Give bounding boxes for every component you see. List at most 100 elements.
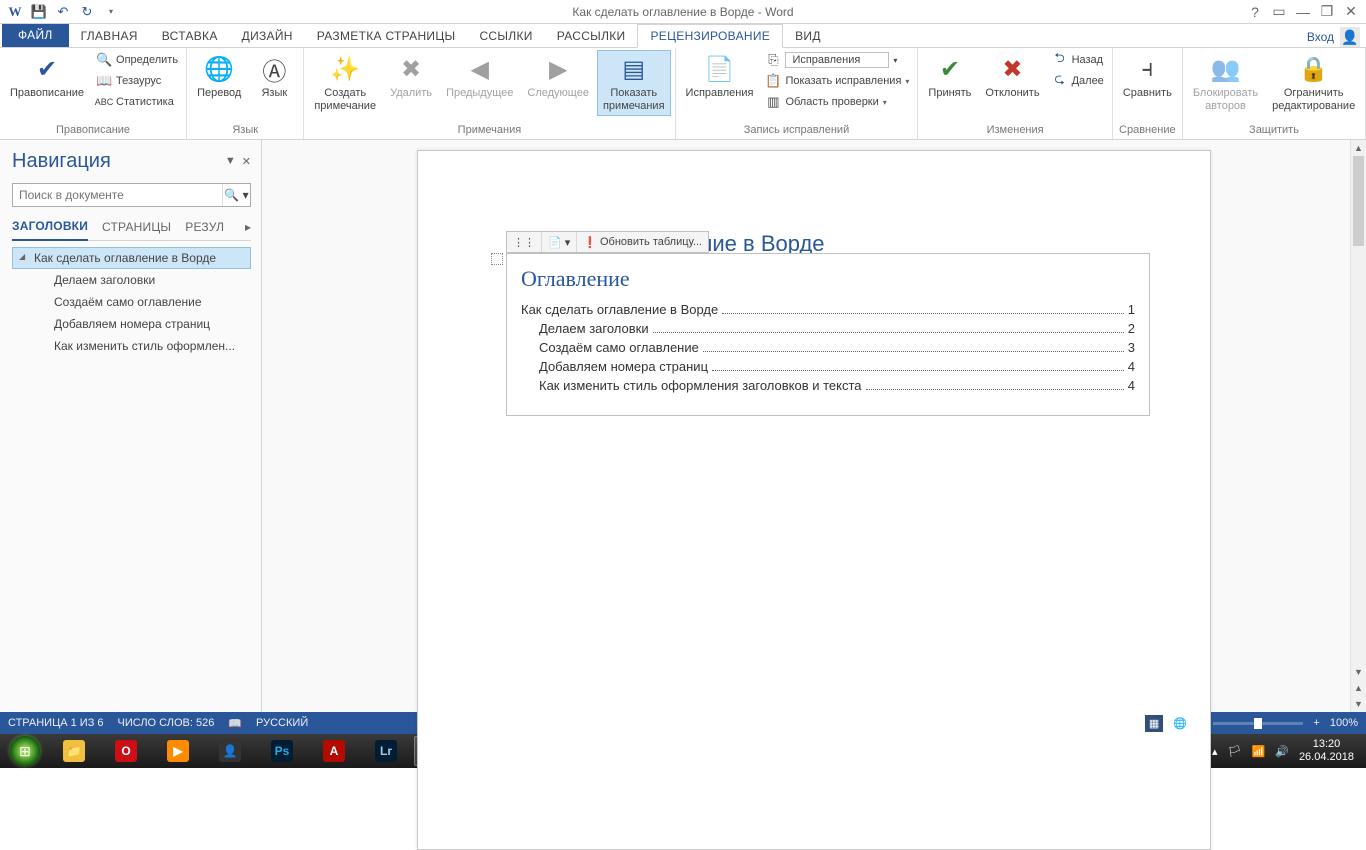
nav-tab-pages[interactable]: СТРАНИЦЫ <box>102 220 171 240</box>
page-number-status[interactable]: СТРАНИЦА 1 ИЗ 6 <box>8 717 104 729</box>
toc-handle-grip[interactable]: ⋮⋮ <box>507 232 542 252</box>
show-markup-button[interactable]: 📋Показать исправления <box>761 71 913 91</box>
zoom-in-button[interactable]: + <box>1313 717 1319 729</box>
tab-design[interactable]: ДИЗАЙН <box>230 25 305 47</box>
tray-chevron-up-icon[interactable]: ▴ <box>1212 745 1218 758</box>
tab-view[interactable]: ВИД <box>783 25 833 47</box>
tab-file[interactable]: ФАЙЛ <box>2 23 69 47</box>
toc-container[interactable]: Оглавление Как сделать оглавление в Ворд… <box>506 253 1150 416</box>
nav-item[interactable]: Как сделать оглавление в Ворде <box>12 247 251 269</box>
prev-page-button[interactable]: ▲ <box>1351 680 1366 696</box>
zoom-level[interactable]: 100% <box>1330 717 1358 729</box>
delete-comment-icon: ✖ <box>395 53 427 85</box>
tray-volume-icon[interactable]: 🔊 <box>1275 745 1289 758</box>
tab-home[interactable]: ГЛАВНАЯ <box>69 25 150 47</box>
vertical-scrollbar[interactable]: ▲ ▼ ▲▼ <box>1350 140 1366 712</box>
scrollbar-track[interactable] <box>1353 156 1364 664</box>
user-avatar-icon[interactable]: 👤 <box>1340 27 1360 47</box>
taskbar-clock[interactable]: 13:20 26.04.2018 <box>1299 738 1354 764</box>
taskbar-media[interactable]: ▶ <box>154 736 202 766</box>
translate-button[interactable]: 🌐Перевод <box>191 50 247 103</box>
toc-entry[interactable]: Делаем заголовки 2 <box>521 321 1135 336</box>
start-button[interactable]: ⊞ <box>10 736 40 766</box>
nav-tab-headings[interactable]: ЗАГОЛОВКИ <box>12 219 88 241</box>
taskbar-explorer[interactable]: 📁 <box>50 736 98 766</box>
save-button[interactable]: 💾 <box>28 2 50 22</box>
toc-entry[interactable]: Создаём само оглавление 3 <box>521 340 1135 355</box>
sign-in-link[interactable]: Вход <box>1307 30 1334 44</box>
zoom-slider[interactable] <box>1213 722 1303 725</box>
nav-search-input[interactable] <box>13 188 222 202</box>
show-comments-button[interactable]: ▤Показать примечания <box>597 50 671 116</box>
toc-entry[interactable]: Как изменить стиль оформления заголовков… <box>521 378 1135 393</box>
tab-references[interactable]: ССЫЛКИ <box>467 25 544 47</box>
tray-flag-icon[interactable]: 🏳 <box>1228 745 1242 758</box>
taskbar-opera[interactable]: O <box>102 736 150 766</box>
scrollbar-thumb[interactable] <box>1353 156 1364 246</box>
nav-tabs-more-button[interactable]: ▸ <box>245 220 251 240</box>
accept-button[interactable]: ✔Принять <box>922 50 977 103</box>
reject-icon: ✖ <box>996 53 1028 85</box>
document-area[interactable]: ение в Ворде ⋮⋮ 📄 ▾ ❗Обновить таблицу...… <box>262 140 1366 712</box>
help-button[interactable]: ? <box>1244 2 1266 22</box>
taskbar-acrobat[interactable]: A <box>310 736 358 766</box>
page[interactable]: ение в Ворде ⋮⋮ 📄 ▾ ❗Обновить таблицу...… <box>417 150 1211 850</box>
nav-item[interactable]: Как изменить стиль оформлен... <box>12 335 251 357</box>
read-mode-button[interactable]: ▭ <box>1124 717 1134 730</box>
scroll-up-button[interactable]: ▲ <box>1351 140 1366 156</box>
taskbar-lightroom[interactable]: Lr <box>362 736 410 766</box>
define-button[interactable]: 🔍Определить <box>92 50 182 70</box>
web-layout-button[interactable]: 🌐 <box>1173 717 1187 730</box>
language-button[interactable]: ⒶЯзык <box>249 50 299 103</box>
nav-item[interactable]: Делаем заголовки <box>12 269 251 291</box>
search-icon[interactable]: 🔍 ▾ <box>222 184 250 206</box>
tab-layout[interactable]: РАЗМЕТКА СТРАНИЦЫ <box>305 25 468 47</box>
taskbar-photoshop[interactable]: Ps <box>258 736 306 766</box>
nav-pane-options-button[interactable]: ▼ <box>225 155 236 168</box>
scroll-down-button[interactable]: ▼ <box>1351 664 1366 680</box>
spelling-button[interactable]: ✔ Правописание <box>4 50 90 103</box>
toc-update-button[interactable]: ❗Обновить таблицу... <box>577 232 708 252</box>
language-status[interactable]: РУССКИЙ <box>256 717 308 729</box>
reviewing-pane-button[interactable]: ▥Область проверки <box>761 92 913 112</box>
toc-entry[interactable]: Как сделать оглавление в Ворде 1 <box>521 302 1135 317</box>
next-change-button[interactable]: ⮎Далее <box>1048 71 1108 91</box>
previous-change-button[interactable]: ⮌Назад <box>1048 50 1108 70</box>
toc-entry[interactable]: Добавляем номера страниц 4 <box>521 359 1135 374</box>
print-layout-button[interactable]: ▦ <box>1145 715 1163 732</box>
new-comment-button[interactable]: ✨Создать примечание <box>308 50 382 116</box>
word-count-status[interactable]: ЧИСЛО СЛОВ: 526 <box>118 717 215 729</box>
zoom-out-button[interactable]: − <box>1197 717 1203 729</box>
tray-network-icon[interactable]: 📶 <box>1252 745 1266 758</box>
proofing-status-icon[interactable]: 📖 <box>228 717 242 730</box>
ribbon-options-button[interactable]: ▭ <box>1268 2 1290 22</box>
next-page-button[interactable]: ▼ <box>1351 696 1366 712</box>
taskbar-app1[interactable]: 👤 <box>206 736 254 766</box>
nav-item[interactable]: Создаём само оглавление <box>12 291 251 313</box>
compare-icon: ⫞ <box>1131 53 1163 85</box>
tab-insert[interactable]: ВСТАВКА <box>150 25 230 47</box>
word-count-button[interactable]: ABCСтатистика <box>92 92 182 112</box>
track-changes-button[interactable]: 📄Исправления <box>680 50 760 103</box>
qat-customize-button[interactable] <box>100 2 122 22</box>
nav-tab-results[interactable]: РЕЗУЛ <box>185 220 224 240</box>
minimize-button[interactable]: — <box>1292 2 1314 22</box>
reject-button[interactable]: ✖Отклонить <box>979 50 1045 103</box>
compare-button[interactable]: ⫞Сравнить <box>1117 50 1178 103</box>
tab-mailings[interactable]: РАССЫЛКИ <box>545 25 638 47</box>
window-title: Как сделать оглавление в Ворде - Word <box>572 5 793 19</box>
stats-icon: ABC <box>96 94 112 110</box>
undo-button[interactable]: ↶ <box>52 2 74 22</box>
maximize-button[interactable]: ❐ <box>1316 2 1338 22</box>
nav-search[interactable]: 🔍 ▾ <box>12 183 251 207</box>
nav-pane-close-button[interactable]: ✕ <box>242 155 251 168</box>
toc-menu-button[interactable]: 📄 ▾ <box>542 232 577 252</box>
display-for-review-dropdown[interactable]: ⎘Исправления▾ <box>761 50 913 70</box>
thesaurus-button[interactable]: 📖Тезаурус <box>92 71 182 91</box>
nav-item[interactable]: Добавляем номера страниц <box>12 313 251 335</box>
tab-review[interactable]: РЕЦЕНЗИРОВАНИЕ <box>637 24 783 48</box>
close-button[interactable]: ✕ <box>1340 2 1362 22</box>
repeat-button[interactable]: ↻ <box>76 2 98 22</box>
restrict-editing-button[interactable]: 🔒Ограничить редактирование <box>1266 50 1361 116</box>
toc-resize-handle[interactable] <box>491 253 503 265</box>
